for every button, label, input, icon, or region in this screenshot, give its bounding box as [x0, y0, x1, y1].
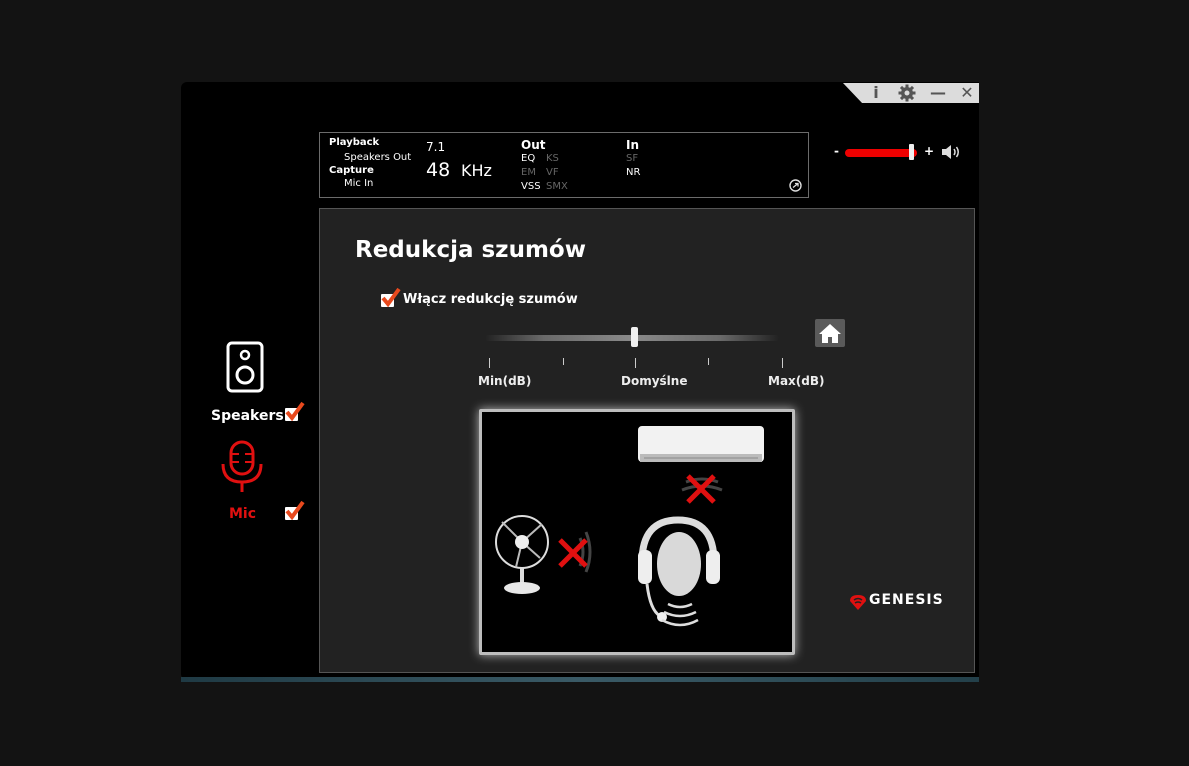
speaker-device-icon[interactable]	[226, 341, 264, 397]
slider-default-label: Domyślne	[621, 374, 688, 388]
speaker-volume-icon[interactable]	[941, 143, 963, 165]
link-icon[interactable]	[789, 179, 802, 195]
slider-max-label: Max(dB)	[768, 374, 825, 388]
volume-slider[interactable]	[845, 149, 917, 157]
microphone-icon[interactable]	[219, 440, 265, 498]
slider-tick	[782, 358, 783, 368]
page-title: Redukcja szumów	[355, 237, 586, 263]
noise-reduction-illustration	[479, 409, 795, 655]
volume-slider-handle[interactable]	[909, 144, 914, 160]
vss-indicator: VSS	[521, 181, 541, 192]
close-button[interactable]: ✕	[957, 83, 977, 103]
mic-in-label: Mic In	[344, 178, 374, 189]
playback-label: Playback	[329, 137, 380, 148]
slider-tick	[489, 358, 490, 368]
gear-icon	[898, 84, 916, 102]
home-icon	[819, 324, 841, 343]
enable-noise-reduction-checkbox[interactable]	[381, 287, 401, 307]
slider-min-label: Min(dB)	[478, 374, 532, 388]
checkmark-icon	[381, 287, 401, 307]
checkmark-icon	[285, 500, 305, 520]
out-title: Out	[521, 138, 546, 152]
volume-minus[interactable]: -	[834, 144, 839, 158]
ks-indicator: KS	[546, 153, 559, 164]
sample-rate-unit: KHz	[461, 161, 492, 180]
smx-indicator: SMX	[546, 181, 568, 192]
fan-icon	[495, 515, 549, 594]
sf-indicator: SF	[626, 153, 639, 164]
blocked-sound-icon	[681, 474, 723, 504]
info-button[interactable]: i	[866, 83, 886, 103]
settings-button[interactable]	[897, 83, 917, 103]
brand-logo-text: GENESIS	[869, 592, 944, 608]
sample-rate-value: 48	[426, 159, 451, 181]
noise-reduction-slider-handle[interactable]	[631, 327, 638, 347]
sidebar-speakers-label[interactable]: Speakers	[211, 408, 284, 424]
speakers-checkbox[interactable]	[285, 401, 305, 421]
slider-tick	[708, 358, 709, 365]
window-bottom-strip	[181, 677, 979, 682]
minimize-button[interactable]: —	[928, 83, 948, 103]
checkmark-icon	[285, 401, 305, 421]
headset-icon	[638, 516, 720, 627]
enable-noise-reduction-label[interactable]: Włącz redukcję szumów	[403, 292, 578, 307]
reset-default-button[interactable]	[815, 319, 845, 347]
air-conditioner-icon	[638, 426, 764, 462]
status-info-panel: Playback Speakers Out Capture Mic In 7.1…	[319, 132, 809, 198]
mic-checkbox[interactable]	[285, 500, 305, 520]
eq-indicator: EQ	[521, 153, 536, 164]
vf-indicator: VF	[546, 167, 559, 178]
slider-tick	[563, 358, 564, 365]
nr-indicator: NR	[626, 167, 641, 178]
sidebar-mic-label[interactable]: Mic	[229, 506, 256, 522]
genesis-logo-icon	[848, 592, 868, 616]
capture-label: Capture	[329, 165, 374, 176]
em-indicator: EM	[521, 167, 536, 178]
speakers-out-label: Speakers Out	[344, 152, 412, 163]
in-title: In	[626, 138, 640, 152]
blocked-sound-icon	[558, 531, 592, 573]
channels-value: 7.1	[426, 140, 446, 154]
slider-tick	[635, 358, 636, 368]
volume-plus[interactable]: +	[924, 144, 934, 158]
